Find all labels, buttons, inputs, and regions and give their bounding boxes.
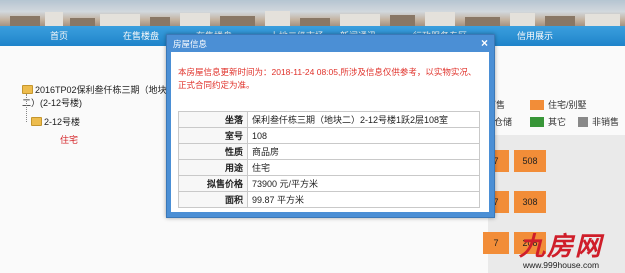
table-row: 室号 108	[178, 127, 480, 144]
row-key: 用途	[178, 159, 248, 176]
row-value: 住宅	[247, 159, 480, 176]
table-row: 坐落 保利叁仟栋三期（地块二）2-12号楼1跃2层108室	[178, 111, 480, 128]
row-value: 99.87 平方米	[247, 191, 480, 208]
row-key: 性质	[178, 143, 248, 160]
row-key: 拟售价格	[178, 175, 248, 192]
update-notice: 本房屋信息更新时间为：2018-11-24 08:05,所涉及信息仅供参考，以实…	[178, 67, 477, 90]
table-row: 面积 99.87 平方米	[178, 191, 480, 208]
table-row: 性质 商品房	[178, 143, 480, 160]
row-key: 面积	[178, 191, 248, 208]
dialog-title: 房屋信息	[173, 39, 208, 49]
table-row: 用途 住宅	[178, 159, 480, 176]
row-value: 73900 元/平方米	[247, 175, 480, 192]
row-key: 室号	[178, 127, 248, 144]
close-icon[interactable]: ×	[481, 36, 488, 50]
house-info-dialog: 房屋信息 × 本房屋信息更新时间为：2018-11-24 08:05,所涉及信息…	[166, 34, 495, 218]
row-value: 保利叁仟栋三期（地块二）2-12号楼1跃2层108室	[247, 111, 480, 128]
dialog-body: 本房屋信息更新时间为：2018-11-24 08:05,所涉及信息仅供参考，以实…	[171, 52, 489, 212]
row-value: 商品房	[247, 143, 480, 160]
table-row: 拟售价格 73900 元/平方米	[178, 175, 480, 192]
house-info-table: 坐落 保利叁仟栋三期（地块二）2-12号楼1跃2层108室 室号 108 性质 …	[178, 111, 480, 208]
row-value: 108	[247, 127, 480, 144]
row-key: 坐落	[178, 111, 248, 128]
